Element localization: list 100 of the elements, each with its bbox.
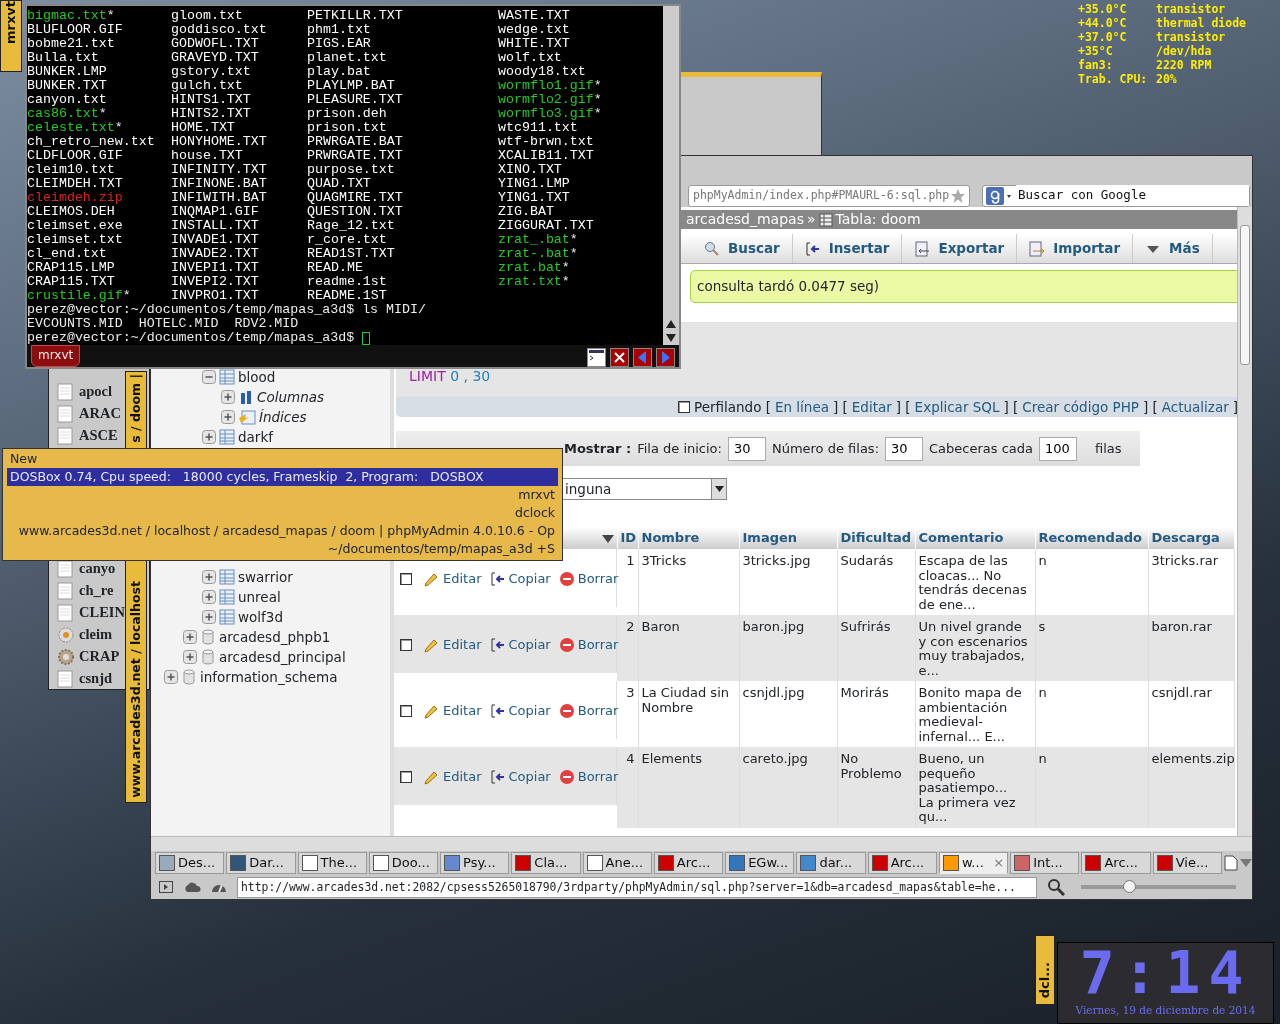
tab[interactable]: Exportar <box>902 234 1018 263</box>
row-action-link[interactable]: Copiar <box>489 637 551 653</box>
column-header[interactable]: Nombre <box>638 527 739 549</box>
link[interactable]: En línea <box>774 396 829 418</box>
row-checkbox[interactable] <box>400 639 412 651</box>
star-icon[interactable] <box>950 187 966 204</box>
row-action-link[interactable]: Borrar <box>558 571 619 587</box>
browser-tab[interactable]: Vie... <box>1152 852 1222 874</box>
browser-tab[interactable]: Arc... <box>867 852 937 874</box>
column-header[interactable]: Imagen <box>739 527 837 549</box>
browser-tab[interactable]: w... × <box>938 852 1009 874</box>
link[interactable]: Editar <box>851 396 892 418</box>
menu-item[interactable]: DOSBox 0.74, Cpu speed: 18000 cycles, Frameskip 2, Program: DOSBOX <box>7 468 558 486</box>
file-name[interactable]: apocl <box>79 381 113 403</box>
tree-item[interactable]: information_schema <box>200 666 338 688</box>
tab[interactable]: Buscar <box>692 234 793 263</box>
row-action-link[interactable]: Borrar <box>558 703 619 719</box>
expand-toggle-icon[interactable] <box>202 590 216 604</box>
browser-tab[interactable]: Cla... <box>511 852 581 874</box>
file-name[interactable]: csnjd <box>79 668 113 689</box>
row-action-link[interactable]: Borrar <box>558 637 619 653</box>
tree-item[interactable]: wolf3d <box>238 606 283 628</box>
tree-item[interactable]: darkf <box>238 426 273 448</box>
tree-item[interactable]: Columnas <box>257 386 324 408</box>
row-action-link[interactable]: Editar <box>424 703 482 719</box>
row-action-link[interactable]: Editar <box>424 637 482 653</box>
collapse-toggle-icon[interactable] <box>202 370 216 384</box>
browser-tab[interactable]: Int... <box>1010 852 1080 874</box>
close-tab-button[interactable]: × <box>993 853 1005 873</box>
column-header[interactable]: Recomendado <box>1035 527 1148 549</box>
browser-tab[interactable]: dar... <box>796 852 866 874</box>
breadcrumb-link[interactable]: Tabla: doom <box>835 209 921 230</box>
input-field[interactable]: 30 <box>727 436 766 461</box>
browser-tab[interactable]: Arc... <box>653 852 724 874</box>
window-title-tab[interactable]: mrxvt <box>0 0 22 72</box>
address-field[interactable]: phpMyAdmin/index.php#PMAURL-6:sql.php <box>688 184 970 207</box>
tree-item[interactable]: blood <box>238 366 276 388</box>
file-name[interactable]: ASCE <box>79 425 118 447</box>
terminal-icon[interactable] <box>587 348 606 367</box>
row-checkbox[interactable] <box>400 771 412 783</box>
expand-toggle-icon[interactable] <box>221 390 235 404</box>
browser-tab[interactable]: The... <box>297 852 367 874</box>
close-icon[interactable] <box>610 348 629 367</box>
input-field[interactable]: 30 <box>885 436 923 461</box>
browser-tab[interactable]: Arc... <box>1081 852 1151 874</box>
column-header[interactable]: Dificultad <box>837 527 915 549</box>
dropdown[interactable]: inguna <box>562 478 727 500</box>
tab[interactable]: Más <box>1133 234 1213 263</box>
file-name[interactable]: canyo <box>79 558 116 580</box>
expand-toggle-icon[interactable] <box>183 650 197 664</box>
expand-toggle-icon[interactable] <box>202 610 216 624</box>
tree-item[interactable]: Índices <box>259 406 307 428</box>
status-url-field[interactable]: http://www.arcades3d.net:2082/cpsess5265018790/3rdparty/phpMyAdmin/sql.php?server=1&db=arcadesd_mapas&table=he... <box>237 876 1037 898</box>
browser-tab[interactable]: Psy... <box>440 852 510 874</box>
expand-toggle-icon[interactable] <box>202 430 216 444</box>
cloud-icon[interactable] <box>183 881 201 893</box>
column-header[interactable]: Descarga <box>1148 527 1234 549</box>
link[interactable]: Explicar SQL <box>914 396 1000 418</box>
expand-toggle-icon[interactable] <box>202 570 216 584</box>
slider-thumb[interactable] <box>1123 880 1137 893</box>
expand-toggle-icon[interactable] <box>183 630 197 644</box>
sort-caret-icon[interactable] <box>601 534 614 543</box>
expand-toggle-icon[interactable] <box>164 670 178 684</box>
browser-tab[interactable]: EGw... <box>725 852 795 874</box>
row-action-link[interactable]: Copiar <box>489 571 551 587</box>
row-action-link[interactable]: Copiar <box>489 703 551 719</box>
zoom-icon[interactable] <box>1047 878 1065 896</box>
browser-tab[interactable]: Doo... <box>368 852 439 874</box>
tab[interactable]: Insertar <box>792 234 903 263</box>
input-field[interactable]: 100 <box>1039 436 1077 461</box>
breadcrumb-link[interactable]: arcadesd_mapas <box>686 209 804 230</box>
tree-item[interactable]: unreal <box>238 586 281 608</box>
scrollbar-thumb[interactable] <box>1240 225 1250 365</box>
file-name[interactable]: CRAP <box>79 646 120 668</box>
window-title-tab[interactable]: dcl... <box>1035 935 1055 1005</box>
search-engine-icon[interactable] <box>986 186 1012 205</box>
horizontal-scrollbar[interactable] <box>151 836 1252 851</box>
tree-item[interactable]: swarrior <box>238 566 293 588</box>
row-action-link[interactable]: Borrar <box>558 769 619 785</box>
expand-toggle-icon[interactable] <box>221 410 235 424</box>
file-name[interactable]: ch_re <box>79 580 114 602</box>
new-tab-icon[interactable] <box>1224 855 1238 871</box>
row-action-link[interactable]: Editar <box>424 769 482 785</box>
link[interactable]: Crear código PHP <box>1022 396 1139 418</box>
vertical-scrollbar[interactable] <box>1237 207 1252 836</box>
file-name[interactable]: cleim <box>79 624 112 646</box>
row-action-link[interactable]: Editar <box>424 571 482 587</box>
panel-icon[interactable] <box>159 881 173 893</box>
browser-tab[interactable]: Ane... <box>582 852 652 874</box>
caret-icon[interactable] <box>1240 859 1252 867</box>
tree-item[interactable]: arcadesd_phpb1 <box>219 626 331 648</box>
column-header[interactable]: Comentario <box>915 527 1035 549</box>
file-name[interactable]: CLEIN <box>79 602 125 624</box>
tree-item[interactable]: arcadesd_principal <box>219 646 346 668</box>
row-checkbox[interactable] <box>400 573 412 585</box>
row-action-link[interactable]: Copiar <box>489 769 551 785</box>
row-checkbox[interactable] <box>400 705 412 717</box>
terminal-scrollbar[interactable] <box>663 6 679 345</box>
browser-tab[interactable]: Des... <box>155 852 225 874</box>
browser-tab[interactable]: Dar... <box>226 852 296 874</box>
